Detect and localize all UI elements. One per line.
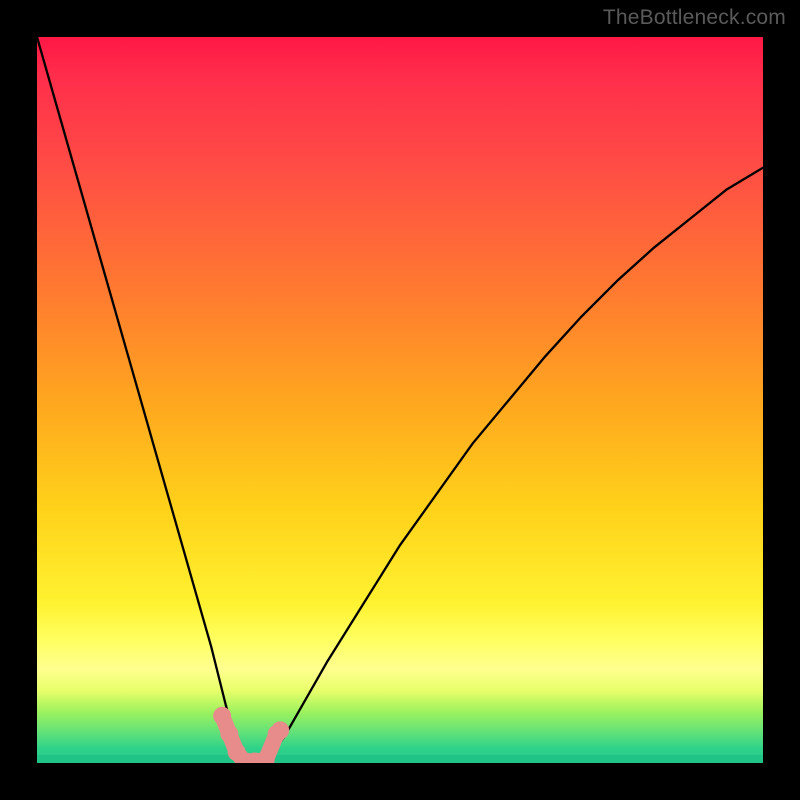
source-watermark: TheBottleneck.com [603, 6, 786, 30]
chart-svg [37, 37, 763, 763]
bottleneck-curve [37, 37, 763, 763]
data-marker [271, 721, 289, 739]
plot-area [37, 37, 763, 763]
data-marker [213, 707, 231, 725]
chart-frame: TheBottleneck.com [0, 0, 800, 800]
marker-group [213, 707, 289, 763]
data-marker [220, 725, 238, 743]
